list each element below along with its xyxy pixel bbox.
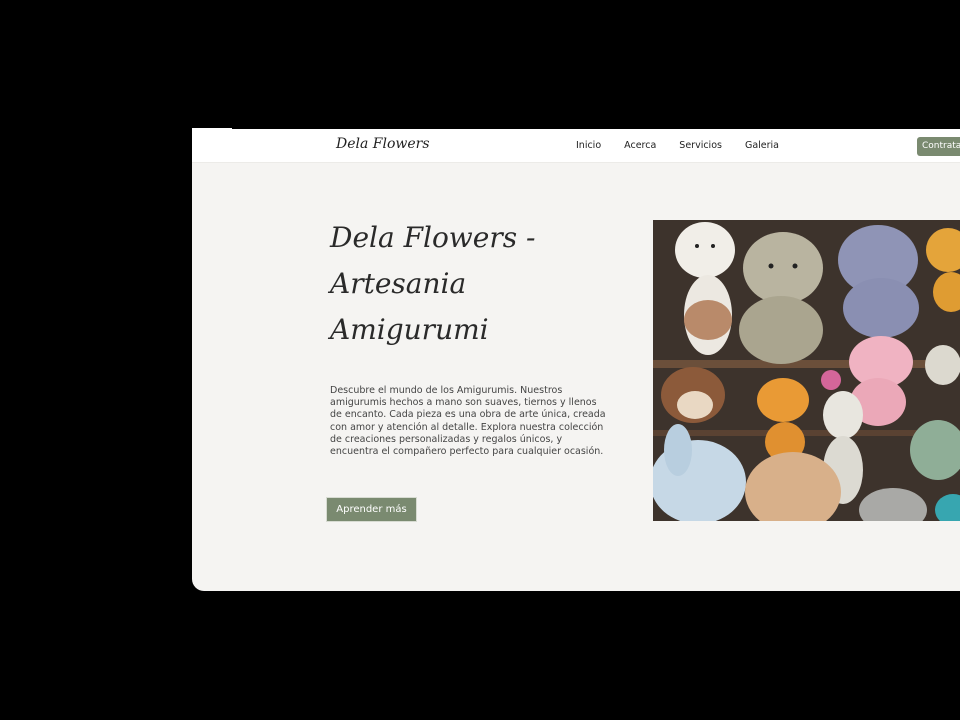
brand-logo[interactable]: Dela Flowers [336, 136, 430, 152]
nav-link-galeria[interactable]: Galeria [745, 140, 779, 151]
hero-description: Descubre el mundo de los Amigurumis. Nue… [330, 385, 606, 458]
contratar-button[interactable]: Contratar [917, 137, 960, 156]
browser-viewport: Dela Flowers Inicio Acerca Servicios Gal… [192, 129, 960, 591]
nav-link-servicios[interactable]: Servicios [679, 140, 722, 151]
amigurumi-illustration [653, 220, 960, 521]
learn-more-button[interactable]: Aprender más [326, 497, 417, 522]
amigurumi-photo [653, 220, 960, 521]
navbar: Dela Flowers Inicio Acerca Servicios Gal… [192, 129, 960, 163]
hero-title: Dela Flowers - Artesania Amigurumi [330, 221, 536, 346]
nav-links: Inicio Acerca Servicios Galeria [576, 140, 802, 151]
nav-link-inicio[interactable]: Inicio [576, 140, 601, 151]
nav-link-acerca[interactable]: Acerca [624, 140, 656, 151]
